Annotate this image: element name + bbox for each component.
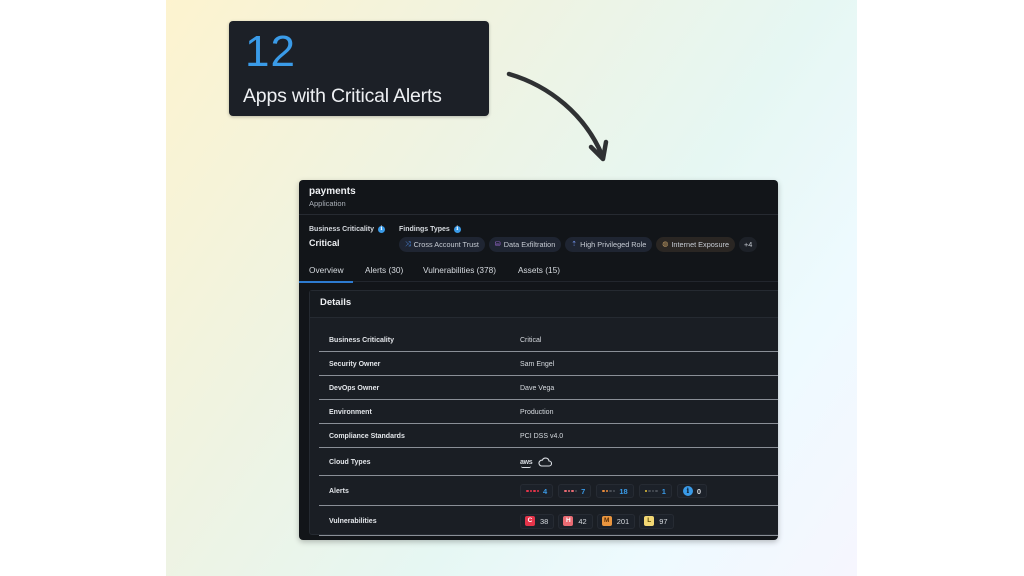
detail-label: Cloud Types — [329, 458, 371, 466]
chip-high-privileged-role[interactable]: ⇡ High Privileged Role — [565, 237, 653, 252]
alert-count: 0 — [696, 486, 702, 496]
tab-alerts[interactable]: Alerts (30) — [365, 265, 403, 282]
info-icon[interactable]: i — [377, 225, 385, 233]
detail-row: Business Criticality Critical — [319, 329, 778, 352]
shuffle-icon: ⤨ — [405, 241, 411, 248]
detail-value: Dave Vega — [520, 384, 555, 392]
high-severity-icon: H — [563, 516, 574, 526]
detail-row: DevOps Owner Dave Vega — [319, 377, 778, 400]
business-criticality-label: Business Criticality — [309, 225, 374, 233]
detail-row: Cloud Types aws — [319, 449, 778, 476]
detail-label: Environment — [329, 408, 372, 416]
chip-internet-exposure[interactable]: ◍ Internet Exposure — [656, 237, 736, 252]
application-panel: payments Application Business Criticalit… — [299, 180, 778, 540]
severity-dots-icon — [526, 489, 539, 493]
low-severity-icon: L — [644, 516, 655, 526]
info-icon: i — [682, 486, 693, 496]
vuln-count: 97 — [659, 516, 668, 526]
details-section: Details Business Criticality Critical Se… — [309, 290, 778, 536]
alert-count: 7 — [581, 486, 586, 496]
detail-value: PCI DSS v4.0 — [520, 432, 564, 440]
tab-assets[interactable]: Assets (15) — [518, 265, 560, 282]
detail-label: Vulnerabilities — [329, 517, 377, 525]
detail-label: Security Owner — [329, 360, 381, 368]
more-findings-chip[interactable]: +4 — [739, 237, 758, 252]
critical-severity-icon: C — [525, 516, 535, 526]
info-icon[interactable]: i — [453, 225, 461, 233]
severity-dots-icon — [602, 489, 616, 493]
details-title: Details — [310, 291, 778, 318]
detail-label: Compliance Standards — [329, 432, 405, 440]
vuln-count: 201 — [616, 516, 630, 526]
vuln-badge-medium[interactable]: M 201 — [596, 513, 636, 529]
detail-label: DevOps Owner — [329, 384, 380, 392]
app-subtitle: Application — [309, 199, 346, 208]
globe-icon: ◍ — [662, 241, 669, 248]
cloud-types-value: aws — [520, 457, 553, 468]
severity-dots-icon — [644, 489, 658, 493]
detail-row: Compliance Standards PCI DSS v4.0 — [319, 425, 778, 448]
vuln-count: 38 — [540, 516, 549, 526]
detail-row: Alerts 4 7 18 1 i 0 — [319, 477, 778, 506]
vuln-count: 42 — [578, 516, 587, 526]
business-criticality-field: Business Criticality i Critical — [309, 224, 385, 248]
tab-bar: Overview Alerts (30) Vulnerabilities (37… — [299, 262, 778, 283]
app-meta: Business Criticality i Critical Findings… — [309, 224, 778, 254]
aws-logo: aws — [520, 458, 533, 468]
severity-dots-icon — [564, 489, 578, 493]
tab-vulnerabilities[interactable]: Vulnerabilities (378) — [423, 265, 496, 282]
detail-row: Environment Production — [319, 401, 778, 424]
detail-value: Production — [520, 408, 554, 416]
stat-value: 12 — [245, 27, 296, 76]
business-criticality-value: Critical — [309, 238, 340, 248]
alert-badge-low[interactable]: 1 — [638, 484, 672, 498]
detail-value: Critical — [520, 336, 542, 344]
alert-badge-critical[interactable]: 4 — [520, 484, 554, 498]
critical-alerts-stat-card: 12 Apps with Critical Alerts — [229, 21, 489, 116]
stat-label: Apps with Critical Alerts — [243, 85, 442, 107]
detail-label: Alerts — [329, 487, 349, 495]
findings-types-label: Findings Types — [399, 225, 450, 233]
findings-types-field: Findings Types i ⤨ Cross Account Trust ⛁… — [399, 224, 758, 252]
alert-badge-high[interactable]: 7 — [558, 484, 592, 498]
alert-count: 1 — [661, 486, 666, 496]
chip-cross-account-trust[interactable]: ⤨ Cross Account Trust — [399, 237, 485, 252]
app-title: payments — [309, 186, 356, 197]
detail-label: Business Criticality — [329, 336, 394, 344]
detail-row: Vulnerabilities C 38 H 42 M 201 L 97 — [319, 507, 778, 536]
vulnerability-badges: C 38 H 42 M 201 L 97 — [520, 513, 674, 529]
app-header: payments Application — [299, 180, 778, 215]
chip-data-exfiltration[interactable]: ⛁ Data Exfiltration — [488, 237, 562, 252]
alert-count: 4 — [543, 486, 548, 496]
alert-badge-medium[interactable]: 18 — [596, 484, 634, 498]
alerts-badges: 4 7 18 1 i 0 — [520, 484, 708, 498]
vuln-badge-critical[interactable]: C 38 — [520, 513, 555, 529]
findings-chips: ⤨ Cross Account Trust ⛁ Data Exfiltratio… — [399, 237, 758, 252]
cloud-icon — [538, 457, 553, 467]
database-icon: ⛁ — [494, 241, 501, 248]
vuln-badge-high[interactable]: H 42 — [558, 513, 593, 529]
curved-arrow-icon — [506, 71, 609, 162]
medium-severity-icon: M — [601, 516, 612, 526]
tab-overview[interactable]: Overview — [299, 265, 353, 283]
privilege-icon: ⇡ — [571, 241, 578, 248]
detail-row: Security Owner Sam Engel — [319, 353, 778, 376]
alert-badge-info[interactable]: i 0 — [676, 484, 708, 498]
vuln-badge-low[interactable]: L 97 — [639, 513, 674, 529]
detail-value: Sam Engel — [520, 360, 555, 368]
alert-count: 18 — [619, 486, 628, 496]
